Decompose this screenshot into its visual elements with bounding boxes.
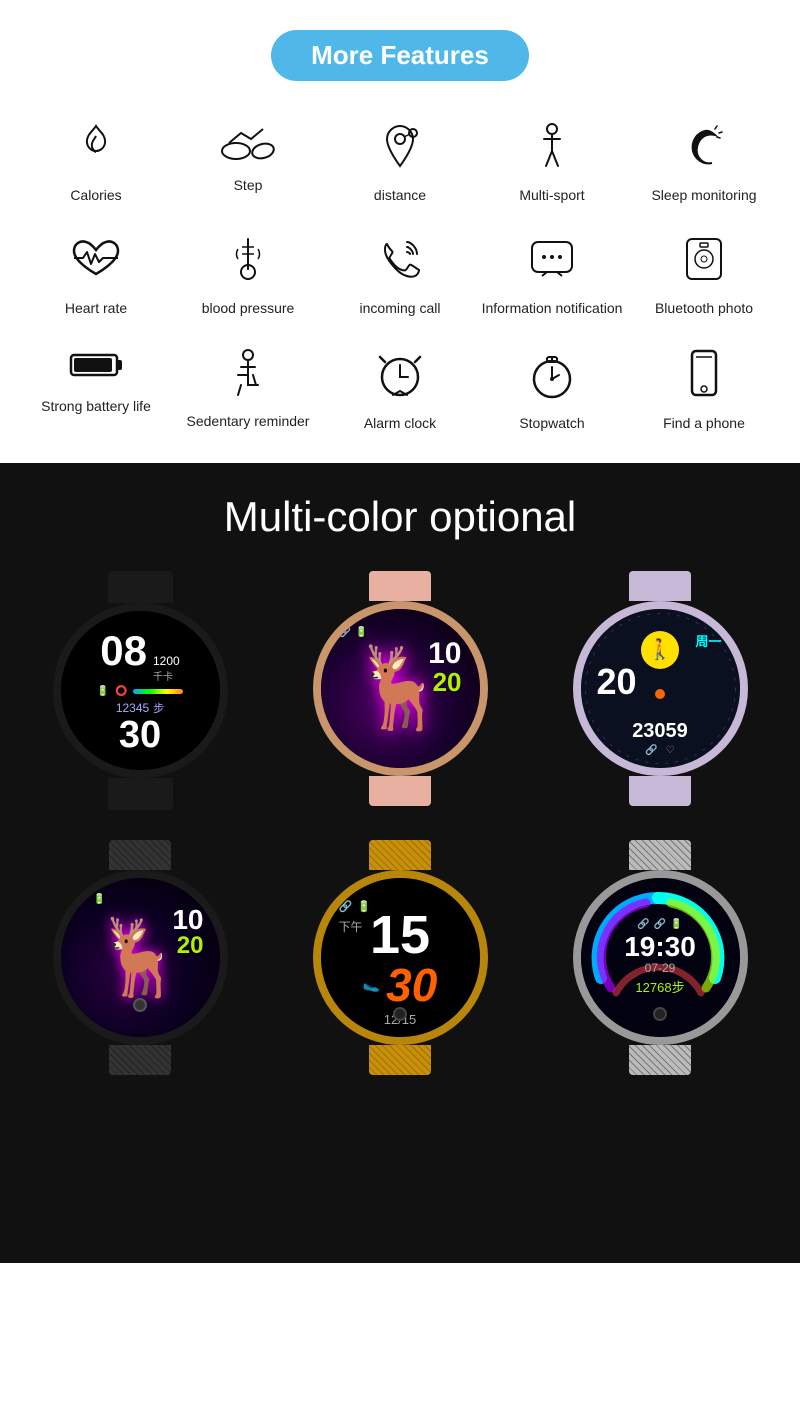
feature-sedentary: Sedentary reminder [172,337,324,442]
stopwatch-label: Stopwatch [519,414,584,432]
multi-color-title: Multi-color optional [20,493,780,541]
sleep-icon [677,121,732,178]
features-section: More Features Calories Step [0,0,800,463]
feature-stopwatch: Stopwatch [476,337,628,442]
bluetooth-icon [679,234,729,291]
feature-findphone: Find a phone [628,337,780,442]
feature-infonotify: Information notification [476,224,628,327]
heartrate-label: Heart rate [65,299,127,317]
feature-step: Step [172,111,324,214]
feature-incomingcall: incoming call [324,224,476,327]
feature-multisport: Multi-sport [476,111,628,214]
multisport-icon [532,121,572,178]
findphone-icon [684,347,724,406]
watch-black-mesh: 🦌 10 20 🔗 🔋 [20,840,260,1075]
incomingcall-label: incoming call [360,299,441,317]
watch-pink-silicone: 🦌 10 20 🔗 🔋 [280,571,520,810]
battery-label: Strong battery life [41,397,151,415]
feature-sleep: Sleep monitoring [628,111,780,214]
alarm-icon [375,347,425,406]
heartrate-icon [69,234,124,291]
features-grid: Calories Step distance [20,111,780,443]
feature-distance: distance [324,111,476,214]
colors-section: Multi-color optional 08 1200 千卡 🔋 ⭕ [0,463,800,1263]
distance-label: distance [374,186,426,204]
sedentary-icon [223,347,273,404]
incomingcall-icon [375,234,425,291]
watches-grid: 08 1200 千卡 🔋 ⭕ 12345 步 [20,571,780,1075]
watch-silver-mesh: 🔗 🔗 🔋 19:30 07-29 12768步 [540,840,780,1075]
watch-gold-mesh: 🔗 🔋 下午 15 🥿 30 12/15 [280,840,520,1075]
sleep-label: Sleep monitoring [651,186,756,204]
calories-icon [71,121,121,178]
feature-bloodpressure: blood pressure [172,224,324,327]
bluetooth-label: Bluetooth photo [655,299,753,317]
multisport-label: Multi-sport [519,186,584,204]
stopwatch-icon [527,347,577,406]
calories-label: Calories [70,186,121,204]
alarm-label: Alarm clock [364,414,436,432]
distance-icon [375,121,425,178]
sedentary-label: Sedentary reminder [187,412,310,430]
infonotify-icon [527,234,577,291]
more-features-badge: More Features [271,30,529,81]
bloodpressure-icon [228,234,268,291]
feature-heartrate: Heart rate [20,224,172,327]
watch-purple-silicone: 🚶 周一 20 23059 🔗 ♡ [540,571,780,810]
battery-icon [69,347,124,389]
step-label: Step [234,176,263,194]
feature-battery: Strong battery life [20,337,172,442]
feature-alarm: Alarm clock [324,337,476,442]
feature-calories: Calories [20,111,172,214]
step-icon [221,121,276,168]
findphone-label: Find a phone [663,414,745,432]
infonotify-label: Information notification [482,299,623,317]
watch-black-silicone: 08 1200 千卡 🔋 ⭕ 12345 步 [20,571,260,810]
feature-bluetooth: Bluetooth photo [628,224,780,327]
bloodpressure-label: blood pressure [202,299,295,317]
